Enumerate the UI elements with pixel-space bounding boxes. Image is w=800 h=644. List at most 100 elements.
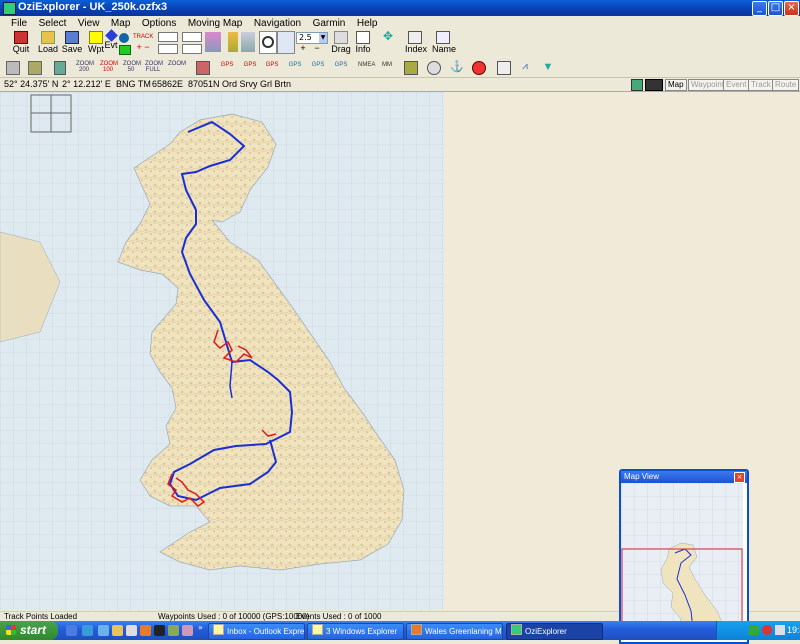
- task-wales-greenlaning[interactable]: Wales Greenlaning M...: [406, 623, 503, 640]
- route-button[interactable]: [119, 33, 129, 43]
- quicklaunch-outlook-icon[interactable]: [98, 625, 109, 636]
- quit-icon: [14, 31, 28, 44]
- longitude-readout: 2° 12.212' E: [62, 79, 111, 89]
- minimize-button[interactable]: _: [752, 1, 767, 16]
- waypoint-button[interactable]: Wpt: [88, 31, 104, 54]
- firefox-icon: [411, 624, 422, 635]
- quit-button[interactable]: Quit: [10, 31, 32, 54]
- proximity-icon[interactable]: [404, 61, 418, 75]
- quicklaunch-map-icon[interactable]: [168, 625, 179, 636]
- tray-volume-icon[interactable]: [775, 625, 785, 635]
- tray-security-icon[interactable]: [762, 625, 772, 635]
- print-icon[interactable]: [6, 61, 20, 75]
- task-label: Wales Greenlaning M...: [425, 627, 503, 636]
- waypoint-icon: [89, 31, 103, 44]
- task-outlook-express[interactable]: Inbox - Outlook Express: [208, 623, 305, 640]
- track-plus-minus[interactable]: + −: [133, 43, 153, 52]
- gps-track-button[interactable]: GPS: [265, 62, 279, 68]
- map-canvas[interactable]: [0, 92, 444, 610]
- window-title: OziExplorer - UK_250k.ozfx3: [18, 1, 168, 13]
- tray-clock[interactable]: 19:42: [787, 625, 800, 635]
- chart-icon[interactable]: ⩘: [519, 61, 531, 73]
- map-info-icon[interactable]: [631, 79, 643, 91]
- zoom-out-button[interactable]: −: [312, 44, 322, 53]
- load-button[interactable]: Load: [37, 31, 59, 54]
- task-oziexplorer[interactable]: OziExplorer: [506, 623, 603, 640]
- main-toolbar: Quit Load Save Wpt Evt TRACK + − 2.5 ▼ +…: [0, 29, 800, 58]
- view-event-button[interactable]: Event: [723, 79, 750, 91]
- quicklaunch-ie-icon[interactable]: [82, 625, 93, 636]
- drag-button[interactable]: Drag: [331, 31, 351, 54]
- green-button[interactable]: [119, 45, 131, 55]
- gps-upload-track-button[interactable]: GPS: [334, 62, 348, 68]
- gps-label: GPS: [243, 62, 257, 68]
- map-tools-button[interactable]: [228, 32, 238, 52]
- track-label[interactable]: TRACK: [133, 34, 153, 40]
- map-view-close-icon[interactable]: ×: [734, 472, 745, 483]
- app-icon: [3, 2, 16, 15]
- view-map-button[interactable]: Map: [665, 79, 687, 91]
- wpt-label: Wpt: [88, 44, 105, 54]
- zoom-full-button[interactable]: ZOOM FULL: [145, 61, 163, 73]
- quicklaunch-folder-icon[interactable]: [112, 625, 123, 636]
- grid-button[interactable]: [241, 32, 255, 52]
- zoom-custom-button[interactable]: ZOOM: [168, 61, 186, 67]
- zoom-search-button[interactable]: [259, 31, 277, 54]
- nmea-label: NMEA: [358, 62, 376, 68]
- save-button[interactable]: Save: [61, 31, 83, 54]
- task-windows-explorer[interactable]: 3 Windows Explorer: [307, 623, 404, 640]
- gps-label: GPS: [334, 62, 348, 68]
- route-select-button[interactable]: [182, 32, 202, 42]
- hand-icon: [334, 31, 348, 44]
- anchor-icon[interactable]: ⚓: [450, 60, 464, 73]
- moving-map-button[interactable]: MM: [380, 62, 394, 68]
- view-track-button[interactable]: Track: [748, 79, 774, 91]
- tray-network-icon[interactable]: [749, 625, 759, 635]
- nmea-button[interactable]: NMEA: [358, 62, 376, 68]
- gps-upload-route-button[interactable]: GPS: [311, 62, 325, 68]
- zoom-50-button[interactable]: ZOOM 50: [123, 61, 141, 73]
- quicklaunch-desktop-icon[interactable]: [66, 625, 77, 636]
- clock-icon[interactable]: [427, 61, 441, 75]
- easting-readout: 65862E: [152, 79, 184, 89]
- maximize-button[interactable]: □: [768, 1, 783, 16]
- datum-name: Ord Srvy Grl Brtn: [222, 79, 292, 89]
- zoom-level-value: 2.5: [299, 33, 312, 42]
- chevron-down-icon: ▼: [319, 33, 327, 43]
- quicklaunch-expand-icon[interactable]: »: [198, 623, 203, 632]
- gps-waypoint-button[interactable]: GPS: [220, 62, 234, 68]
- move-arrows-button[interactable]: ✥: [376, 30, 400, 53]
- uk-map: [0, 92, 444, 610]
- zoom-in-button[interactable]: +: [298, 44, 308, 53]
- gps-icon[interactable]: [28, 61, 42, 75]
- index-button[interactable]: Index: [405, 31, 427, 54]
- info-button[interactable]: Info: [354, 31, 372, 54]
- map-view-window[interactable]: Map View ×: [619, 469, 749, 644]
- save-image-icon[interactable]: [645, 79, 663, 91]
- zoom-100-button[interactable]: ZOOM 100: [100, 61, 118, 73]
- route-tools-button[interactable]: [205, 32, 221, 52]
- name-button[interactable]: Name: [432, 31, 457, 54]
- map-select-icon[interactable]: [196, 61, 210, 75]
- map-check-icon[interactable]: [54, 61, 66, 75]
- zoom-200-button[interactable]: ZOOM 200: [76, 61, 94, 73]
- quicklaunch-lock-icon[interactable]: [126, 625, 137, 636]
- gps-route-button[interactable]: GPS: [243, 62, 257, 68]
- gps-upload-waypoint-button[interactable]: GPS: [288, 62, 302, 68]
- quicklaunch-app-icon[interactable]: [182, 625, 193, 636]
- antenna-icon[interactable]: ▼: [542, 61, 554, 73]
- route-new-button[interactable]: [182, 44, 202, 54]
- sun-moon-icon[interactable]: [497, 61, 511, 75]
- view-waypoint-button[interactable]: Waypoint: [688, 79, 728, 91]
- start-button[interactable]: start: [0, 621, 58, 640]
- name-label: Name: [432, 44, 457, 54]
- close-button[interactable]: ×: [784, 1, 799, 16]
- track-new-button[interactable]: [158, 44, 178, 54]
- track-select-button[interactable]: [158, 32, 178, 42]
- alarm-icon[interactable]: [472, 61, 486, 75]
- quicklaunch-firefox-icon[interactable]: [140, 625, 151, 636]
- view-route-button[interactable]: Route: [772, 79, 800, 91]
- event-button[interactable]: Evt: [104, 29, 118, 50]
- quicklaunch-media-icon[interactable]: [154, 625, 165, 636]
- move-map-button[interactable]: [277, 31, 295, 54]
